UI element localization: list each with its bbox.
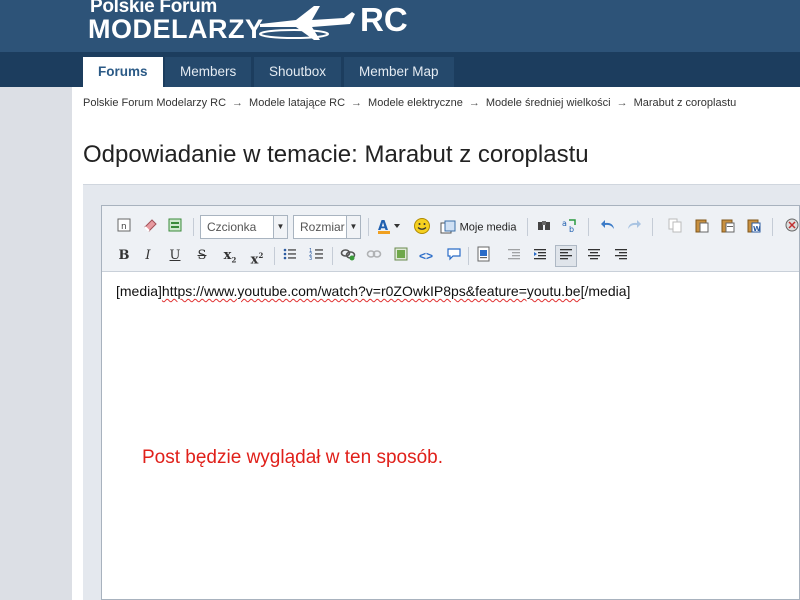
breadcrumb-separator: → <box>232 97 244 109</box>
rich-text-editor: n Czcionka ▼ Rozmiar ▼ A Moje media a b … <box>101 205 800 600</box>
breadcrumb-item[interactable]: Modele średniej wielkości <box>486 97 611 109</box>
code-icon[interactable]: <> <box>416 246 436 266</box>
toolbar-separator <box>588 218 589 236</box>
editor-content-suffix: [/media] <box>580 283 631 299</box>
editor-toolbar: n Czcionka ▼ Rozmiar ▼ A Moje media a b … <box>102 206 799 272</box>
toolbar-separator <box>468 247 469 265</box>
eraser-icon[interactable] <box>140 217 160 237</box>
image-icon[interactable] <box>391 246 411 266</box>
link-icon[interactable] <box>338 246 358 266</box>
outdent-icon[interactable] <box>504 246 524 266</box>
text-color-icon[interactable]: A <box>376 217 404 237</box>
font-family-select-label: Czcionka <box>207 220 257 234</box>
svg-text:n: n <box>121 222 127 232</box>
logo-bottom-text: Modelarzy <box>88 14 264 44</box>
indent-icon[interactable] <box>530 246 550 266</box>
logo-rc-text: RC <box>360 1 408 38</box>
svg-text:a: a <box>562 219 567 228</box>
page-title: Odpowiadanie w temacie: Marabut z coropl… <box>83 141 589 168</box>
find-icon[interactable] <box>534 217 554 237</box>
editor-content-prefix: [media] <box>116 283 162 299</box>
toolbar-separator <box>274 247 275 265</box>
toggle-editor-icon[interactable] <box>165 217 185 237</box>
toolbar-separator <box>332 247 333 265</box>
unlink-icon[interactable] <box>364 246 384 266</box>
breadcrumb-item[interactable]: Modele latające RC <box>249 97 345 109</box>
smiley-icon[interactable] <box>412 217 432 237</box>
toolbar-separator <box>772 218 773 236</box>
font-size-select[interactable]: Rozmiar ▼ <box>293 215 361 239</box>
chevron-down-icon: ▼ <box>273 216 287 238</box>
svg-text:b: b <box>569 225 574 233</box>
paste-icon[interactable] <box>692 217 712 237</box>
breadcrumb-item[interactable]: Marabut z coroplastu <box>634 97 737 109</box>
font-size-select-label: Rozmiar <box>300 220 345 234</box>
tab-members[interactable]: Members <box>165 57 252 87</box>
copy-icon[interactable] <box>665 217 685 237</box>
toolbar-separator <box>652 218 653 236</box>
numbered-list-icon[interactable]: 123 <box>307 246 327 266</box>
align-center-icon[interactable] <box>584 246 604 266</box>
source-mode-icon[interactable]: n <box>114 217 134 237</box>
font-family-select[interactable]: Czcionka ▼ <box>200 215 288 239</box>
breadcrumb-separator: → <box>468 97 480 109</box>
subscript-icon[interactable]: x2 <box>220 246 240 266</box>
redo-icon[interactable] <box>624 217 644 237</box>
strikethrough-icon[interactable]: S <box>192 246 212 266</box>
svg-text:W: W <box>753 225 761 233</box>
breadcrumb: Polskie Forum Modelarzy RC → Modele latają… <box>83 97 736 109</box>
toolbar-separator <box>193 218 194 236</box>
site-header: Polskie Forum Modelarzy RC <box>0 0 800 52</box>
remove-format-icon[interactable] <box>782 217 800 237</box>
svg-text:3: 3 <box>309 256 312 262</box>
undo-icon[interactable] <box>598 217 618 237</box>
main-nav: Forums Members Shoutbox Member Map <box>0 52 800 87</box>
breadcrumb-item[interactable]: Polskie Forum Modelarzy RC <box>83 97 226 109</box>
breadcrumb-separator: → <box>616 97 628 109</box>
bulleted-list-icon[interactable] <box>280 246 300 266</box>
paste-word-icon[interactable]: W <box>744 217 764 237</box>
editor-content[interactable]: [media]https://www.youtube.com/watch?v=r… <box>116 283 630 299</box>
my-media-button[interactable]: Moje media <box>440 217 520 237</box>
align-right-icon[interactable] <box>611 246 631 266</box>
tab-shoutbox[interactable]: Shoutbox <box>254 57 342 87</box>
media-embed-icon[interactable] <box>474 246 494 266</box>
underline-icon[interactable]: U <box>165 246 185 266</box>
breadcrumb-item[interactable]: Modele elektryczne <box>368 97 463 109</box>
superscript-icon[interactable]: x2 <box>247 246 267 267</box>
site-logo[interactable]: Polskie Forum Modelarzy RC <box>88 0 438 52</box>
quote-icon[interactable] <box>444 246 464 266</box>
toolbar-separator <box>527 218 528 236</box>
tab-member-map[interactable]: Member Map <box>344 57 454 87</box>
replace-icon[interactable]: ab <box>560 217 580 237</box>
plane-icon <box>259 6 355 40</box>
italic-icon[interactable]: I <box>138 246 158 266</box>
bold-icon[interactable]: B <box>114 246 134 266</box>
chevron-down-icon: ▼ <box>346 216 360 238</box>
breadcrumb-separator: → <box>351 97 363 109</box>
paste-text-icon[interactable] <box>718 217 738 237</box>
editor-content-url: https://www.youtube.com/watch?v=r0ZOwkIP… <box>161 283 581 299</box>
tab-forums[interactable]: Forums <box>83 57 163 87</box>
preview-note: Post będzie wyglądał w ten sposób. <box>142 447 444 468</box>
my-media-label: Moje media <box>459 221 517 234</box>
align-left-icon[interactable] <box>555 245 577 267</box>
toolbar-separator <box>368 218 369 236</box>
